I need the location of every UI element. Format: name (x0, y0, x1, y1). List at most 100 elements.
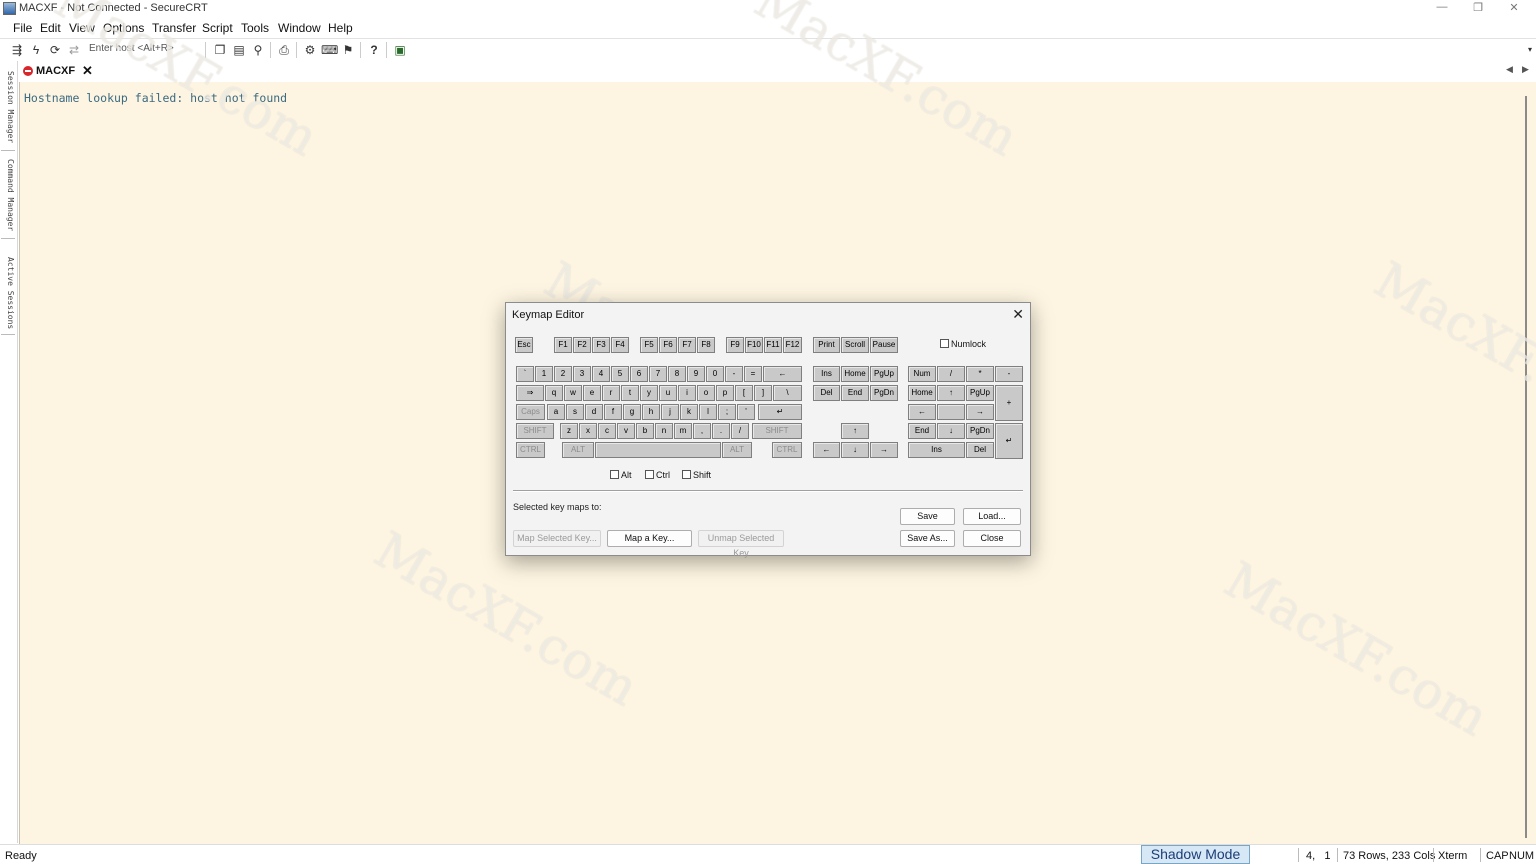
numlock-checkbox[interactable]: Numlock (940, 339, 986, 349)
key-6[interactable]: 6 (630, 366, 648, 382)
tab-scroll-left-icon[interactable]: ◀ (1506, 64, 1513, 75)
key-numpad-page-up[interactable]: PgUp (966, 385, 994, 401)
dialog-close-icon[interactable]: ✕ (1012, 306, 1024, 323)
key-left-bracket[interactable]: [ (735, 385, 753, 401)
key-minus[interactable]: - (725, 366, 743, 382)
alt-checkbox-box[interactable] (610, 470, 619, 479)
menu-window[interactable]: Window (278, 21, 321, 35)
key-h[interactable]: h (642, 404, 660, 420)
paste-icon[interactable]: ▤ (231, 42, 247, 58)
menu-tools[interactable]: Tools (241, 21, 269, 35)
key-k[interactable]: k (680, 404, 698, 420)
key-comma[interactable]: , (693, 423, 711, 439)
key-home[interactable]: Home (841, 366, 869, 382)
tab-close-icon[interactable]: ✕ (82, 63, 93, 79)
key-arrow-up[interactable]: ↑ (841, 423, 869, 439)
connect-bar-icon[interactable]: ⇶ (9, 42, 25, 58)
save-button[interactable]: Save (900, 508, 955, 525)
key-8[interactable]: 8 (668, 366, 686, 382)
key-numpad-delete[interactable]: Del (966, 442, 994, 458)
key-arrow-down[interactable]: ↓ (841, 442, 869, 458)
key-numpad-divide[interactable]: / (937, 366, 965, 382)
key-right-shift[interactable]: SHIFT (752, 423, 802, 439)
key-f[interactable]: f (604, 404, 622, 420)
key-0[interactable]: 0 (706, 366, 724, 382)
key-f10[interactable]: F10 (745, 337, 763, 353)
key-n[interactable]: n (655, 423, 673, 439)
find-icon[interactable]: ⚲ (250, 42, 266, 58)
key-f12[interactable]: F12 (783, 337, 802, 353)
key-f9[interactable]: F9 (726, 337, 744, 353)
toolbar-overflow-icon[interactable]: ▾ (1522, 42, 1536, 58)
key-numpad-multiply[interactable]: * (966, 366, 994, 382)
key-slash[interactable]: / (731, 423, 749, 439)
key-t[interactable]: t (621, 385, 639, 401)
menu-help[interactable]: Help (328, 21, 353, 35)
key-numpad-right[interactable]: → (966, 404, 994, 420)
close-window-button[interactable]: ✕ (1500, 1, 1528, 17)
key-f3[interactable]: F3 (592, 337, 610, 353)
shadow-mode-indicator[interactable]: Shadow Mode (1141, 845, 1250, 864)
key-numpad-insert[interactable]: Ins (908, 442, 965, 458)
session-manager-tab[interactable]: Session Manager (1, 67, 15, 151)
key-equals[interactable]: = (744, 366, 762, 382)
reconnect-icon[interactable]: ⟳ (47, 42, 63, 58)
key-b[interactable]: b (636, 423, 654, 439)
load-button[interactable]: Load... (963, 508, 1021, 525)
key-g[interactable]: g (623, 404, 641, 420)
key-right-alt[interactable]: ALT (722, 442, 752, 458)
key-q[interactable]: q (545, 385, 563, 401)
menu-edit[interactable]: Edit (40, 21, 61, 35)
settings-icon[interactable]: ⚙ (302, 42, 318, 58)
menu-view[interactable]: View (69, 21, 95, 35)
key-u[interactable]: u (659, 385, 677, 401)
key-backspace[interactable]: ← (763, 366, 802, 382)
key-f8[interactable]: F8 (697, 337, 715, 353)
key-esc[interactable]: Esc (515, 337, 533, 353)
terminal-scrollbar[interactable] (1522, 82, 1536, 844)
key-numpad-left[interactable]: ← (908, 404, 936, 420)
key-j[interactable]: j (661, 404, 679, 420)
key-backtick[interactable]: ` (516, 366, 534, 382)
key-page-down[interactable]: PgDn (870, 385, 898, 401)
key-arrow-left[interactable]: ← (813, 442, 840, 458)
shift-checkbox[interactable]: Shift (682, 470, 711, 480)
help-icon[interactable]: ? (366, 42, 382, 58)
shift-checkbox-box[interactable] (682, 470, 691, 479)
tab-macxf[interactable]: MACXF ✕ (21, 62, 97, 80)
key-s[interactable]: s (566, 404, 584, 420)
key-print[interactable]: Print (813, 337, 840, 353)
key-numpad-5[interactable] (937, 404, 965, 420)
menu-script[interactable]: Script (202, 21, 233, 35)
key-caps[interactable]: Caps (516, 404, 545, 420)
key-page-up[interactable]: PgUp (870, 366, 898, 382)
key-x[interactable]: x (579, 423, 597, 439)
key-1[interactable]: 1 (535, 366, 553, 382)
key-l[interactable]: l (699, 404, 717, 420)
key-y[interactable]: y (640, 385, 658, 401)
command-manager-tab[interactable]: Command Manager (1, 155, 15, 239)
key-insert[interactable]: Ins (813, 366, 840, 382)
close-dialog-button[interactable]: Close (963, 530, 1021, 547)
map-a-key-button[interactable]: Map a Key... (607, 530, 692, 547)
key-f4[interactable]: F4 (611, 337, 629, 353)
key-quote[interactable]: ' (737, 404, 755, 420)
key-pause[interactable]: Pause (870, 337, 898, 353)
key-i[interactable]: i (678, 385, 696, 401)
print-icon[interactable]: ⎙ (276, 42, 292, 58)
menu-options[interactable]: Options (103, 21, 144, 35)
keymap-icon[interactable]: ⌨ (321, 42, 338, 58)
securecrt-app-icon[interactable] (3, 2, 16, 15)
key-c[interactable]: c (598, 423, 616, 439)
menu-file[interactable]: File (13, 21, 32, 35)
disconnect-icon[interactable]: ⇄ (66, 42, 82, 58)
key-m[interactable]: m (674, 423, 692, 439)
key-numpad-page-down[interactable]: PgDn (966, 423, 994, 439)
unmap-selected-key-button[interactable]: Unmap Selected Key (698, 530, 784, 558)
key-scroll[interactable]: Scroll (841, 337, 869, 353)
key-a[interactable]: a (547, 404, 565, 420)
key-numpad-down[interactable]: ↓ (937, 423, 965, 439)
key-w[interactable]: w (564, 385, 582, 401)
key-numpad-minus[interactable]: - (995, 366, 1023, 382)
map-selected-key-button[interactable]: Map Selected Key... (513, 530, 601, 547)
